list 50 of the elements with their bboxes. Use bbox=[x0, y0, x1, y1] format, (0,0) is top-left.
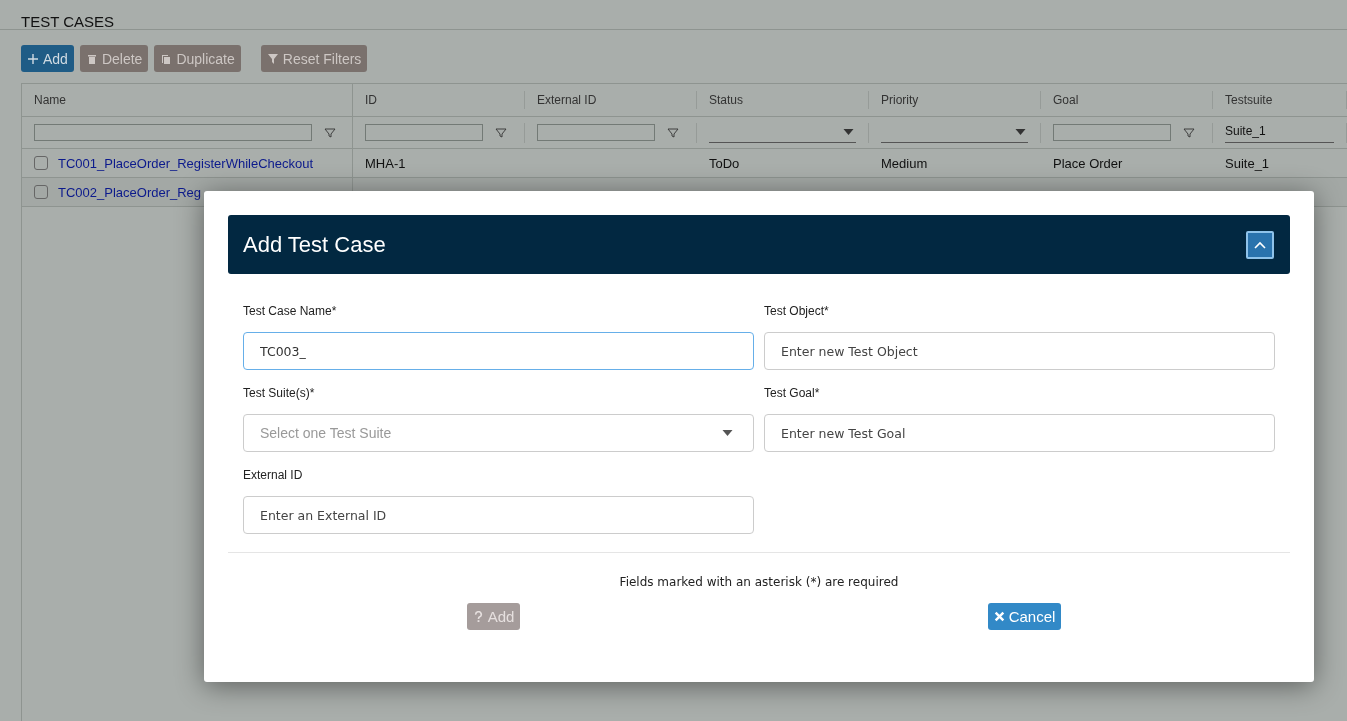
cancel-button[interactable]: Cancel bbox=[987, 603, 1062, 630]
close-icon bbox=[993, 611, 1005, 622]
column-header[interactable]: External ID bbox=[525, 91, 697, 109]
row-checkbox[interactable] bbox=[34, 185, 48, 199]
column-header[interactable]: Name bbox=[22, 84, 353, 116]
table-cell: Suite_1 bbox=[1225, 155, 1270, 171]
input-field[interactable]: Enter an External ID bbox=[243, 496, 754, 534]
input-field[interactable]: Enter new Test Goal bbox=[764, 414, 1275, 452]
dialog-title: Add Test Case bbox=[243, 231, 386, 258]
column-header[interactable]: Testsuite bbox=[1213, 91, 1347, 109]
filter-icon[interactable] bbox=[667, 126, 679, 139]
filter-field[interactable] bbox=[365, 124, 483, 141]
field-label: Test Suite(s)* bbox=[243, 386, 316, 402]
filter-field[interactable] bbox=[34, 124, 312, 141]
column-header[interactable]: Priority bbox=[869, 91, 1041, 109]
test-case-link[interactable]: TC002_PlaceOrder_Reg bbox=[58, 184, 202, 200]
filter-icon bbox=[266, 52, 279, 65]
filter-icon[interactable] bbox=[324, 126, 336, 139]
plus-icon bbox=[27, 52, 39, 65]
caret-icon bbox=[843, 129, 854, 135]
filter-icon[interactable] bbox=[495, 126, 507, 139]
column-header[interactable]: ID bbox=[353, 91, 525, 109]
filter-field[interactable]: Suite_1 bbox=[1225, 122, 1334, 143]
column-header[interactable]: Goal bbox=[1041, 91, 1213, 109]
table-cell: ToDo bbox=[709, 155, 740, 171]
collapse-button[interactable] bbox=[1246, 230, 1274, 259]
dropdown-field[interactable]: Select one Test Suite bbox=[243, 414, 754, 452]
field-label: Test Case Name* bbox=[243, 304, 338, 320]
field-label: Test Object* bbox=[764, 304, 830, 320]
add-button[interactable]: Add bbox=[21, 45, 74, 72]
copy-icon bbox=[160, 52, 173, 65]
field-label: External ID bbox=[243, 468, 304, 484]
test-case-link[interactable]: TC001_PlaceOrder_RegisterWhileCheckout bbox=[58, 155, 314, 171]
question-icon bbox=[472, 611, 484, 622]
caret-icon bbox=[1015, 129, 1026, 135]
table-cell: Medium bbox=[881, 155, 928, 171]
field-label: Test Goal* bbox=[764, 386, 821, 402]
input-field[interactable]: Enter new Test Object bbox=[764, 332, 1275, 370]
table-cell: Place Order bbox=[1053, 155, 1123, 171]
column-header[interactable]: Status bbox=[697, 91, 869, 109]
caret-icon bbox=[722, 430, 733, 436]
trash-icon bbox=[85, 52, 98, 65]
filter-field[interactable] bbox=[1053, 124, 1171, 141]
filter-icon[interactable] bbox=[1183, 126, 1195, 139]
filter-field[interactable] bbox=[537, 124, 655, 141]
required-note: Fields marked with an asterisk (*) are required bbox=[618, 575, 900, 589]
input-field[interactable]: TC003_ bbox=[243, 332, 754, 370]
page-title: TEST CASES bbox=[20, 12, 116, 29]
row-checkbox[interactable] bbox=[34, 156, 48, 170]
table-cell: MHA-1 bbox=[365, 155, 406, 171]
